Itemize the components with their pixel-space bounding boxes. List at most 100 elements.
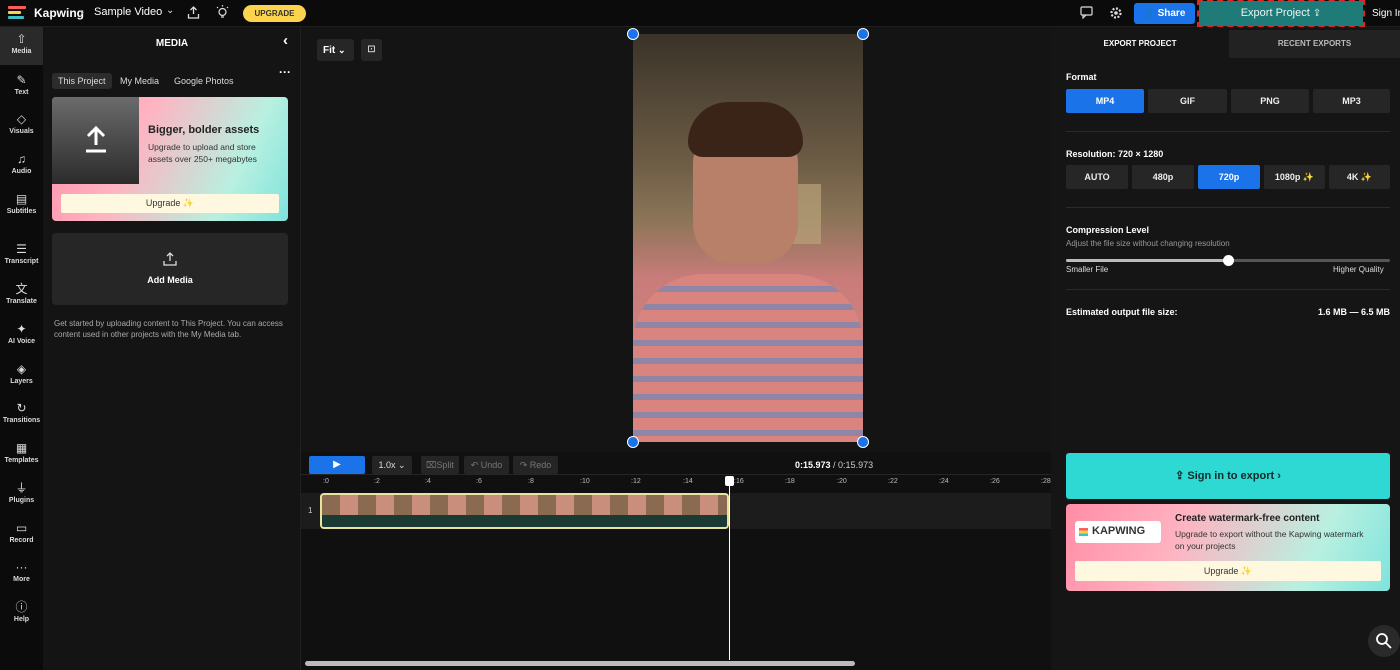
time-display: 0:15.973 / 0:15.973	[795, 460, 874, 470]
wm-text: Upgrade to export without the Kapwing wa…	[1175, 529, 1364, 551]
rail-label: Help	[13, 616, 30, 623]
tab-google-photos[interactable]: Google Photos	[168, 73, 240, 89]
split-button[interactable]: ⌧Split	[421, 456, 459, 474]
rail-item-layers[interactable]: ◈ Layers	[0, 357, 43, 395]
horizontal-scrollbar[interactable]	[305, 661, 855, 666]
rail-item-transcript[interactable]: ☰ Transcript	[0, 237, 43, 275]
export-panel: EXPORT PROJECT RECENT EXPORTS Format MP4…	[1051, 27, 1400, 670]
resolution-1080p-button[interactable]: 1080p ✨	[1264, 165, 1325, 189]
rail-item-help[interactable]: ⓘ Help	[0, 595, 43, 633]
signin-export-label: Sign in to export	[1187, 470, 1275, 482]
playhead[interactable]	[729, 480, 730, 660]
add-media-button[interactable]: Add Media	[52, 233, 288, 305]
tick-label: :6	[476, 478, 482, 485]
format-png-button[interactable]: PNG	[1231, 89, 1309, 113]
media-help-text: Get started by uploading content to This…	[54, 319, 283, 339]
resolution-auto-button[interactable]: AUTO	[1066, 165, 1128, 189]
rail-item-subtitles[interactable]: ▤ Subtitles	[0, 187, 43, 225]
kapwing-logo-icon[interactable]	[8, 6, 26, 22]
rail-item-record[interactable]: ▭ Record	[0, 516, 43, 554]
compression-label: Compression Level	[1066, 225, 1150, 235]
speed-label: 1.0x	[378, 460, 396, 470]
format-mp3-button[interactable]: MP3	[1313, 89, 1390, 113]
upgrade-button[interactable]: UPGRADE	[243, 5, 306, 22]
wm-upgrade-button[interactable]: Upgrade ✨	[1075, 561, 1381, 581]
more-options-icon[interactable]: ···	[279, 65, 291, 79]
divider	[1066, 131, 1390, 132]
promo-image	[52, 97, 139, 184]
export-share-icon[interactable]	[187, 6, 200, 19]
tick-label: :26	[990, 478, 1000, 485]
rail-item-media[interactable]: ⇧ Media	[0, 27, 43, 65]
fit-dropdown[interactable]: Fit ⌄	[317, 39, 354, 61]
share-button[interactable]: 👤 Share	[1134, 3, 1195, 24]
rail-label: Subtitles	[6, 208, 37, 215]
music-note-icon: ♫	[17, 152, 26, 166]
undo-button[interactable]: ↶ Undo	[464, 456, 509, 474]
chevron-right-icon: ›	[1274, 470, 1281, 482]
promo-text: Upgrade to upload and store assets over …	[148, 142, 257, 164]
chevron-down-icon[interactable]: ⌄	[166, 5, 174, 16]
tab-this-project[interactable]: This Project	[52, 73, 112, 89]
play-button[interactable]: ▶	[309, 456, 365, 474]
rail-item-templates[interactable]: ▦ Templates	[0, 436, 43, 474]
split-label: Split	[436, 460, 454, 470]
project-name[interactable]: Sample Video	[94, 6, 162, 18]
rail-item-audio[interactable]: ♫ Audio	[0, 147, 43, 185]
estimated-size-value: 1.6 MB — 6.5 MB	[1317, 307, 1390, 317]
resolution-480p-button[interactable]: 480p	[1132, 165, 1194, 189]
rail-item-visuals[interactable]: ◇ Visuals	[0, 107, 43, 145]
format-gif-button[interactable]: GIF	[1148, 89, 1227, 113]
upgrade-promo-card: Bigger, bolder assets Upgrade to upload …	[52, 97, 288, 221]
video-clip[interactable]	[320, 493, 729, 529]
text-icon: ✎	[16, 73, 27, 87]
timeline: ▶ 1.0x ⌄ ⌧Split ↶ Undo ↷ Redo 0:15.973 /…	[301, 452, 1051, 670]
video-preview[interactable]	[633, 34, 863, 442]
rail-label: AI Voice	[7, 338, 36, 345]
smaller-file-label: Smaller File	[1066, 265, 1109, 274]
resize-handle[interactable]	[627, 436, 639, 448]
rail-item-ai-voice[interactable]: ✦ AI Voice	[0, 317, 43, 355]
unlock-icon[interactable]: ⊡	[361, 39, 382, 61]
divider	[1066, 207, 1390, 208]
rail-item-text[interactable]: ✎ Text	[0, 68, 43, 106]
rail-item-translate[interactable]: 文 Translate	[0, 277, 43, 315]
comment-icon[interactable]	[1080, 6, 1093, 20]
media-title: MEDIA	[155, 38, 189, 49]
resize-handle[interactable]	[857, 436, 869, 448]
format-mp4-button[interactable]: MP4	[1066, 89, 1144, 113]
rail-label: Media	[11, 48, 32, 55]
rail-label: Translate	[6, 298, 37, 305]
rail-item-transitions[interactable]: ↻ Transitions	[0, 396, 43, 434]
tick-label: :22	[888, 478, 898, 485]
rail-label: Record	[9, 537, 34, 544]
app-name[interactable]: Kapwing	[34, 6, 84, 20]
rail-item-more[interactable]: ··· More	[0, 555, 43, 593]
tab-export-project[interactable]: EXPORT PROJECT	[1051, 30, 1229, 58]
kapwing-logo-icon	[1079, 528, 1088, 536]
resize-handle[interactable]	[857, 28, 869, 40]
export-project-button[interactable]: Export Project ⇪	[1197, 0, 1365, 28]
search-button[interactable]	[1368, 625, 1400, 657]
sign-in-to-export-button[interactable]: ⇪ Sign in to export ›	[1066, 453, 1390, 499]
rail-item-plugins[interactable]: ⏚ Plugins	[0, 476, 43, 514]
speed-dropdown[interactable]: 1.0x ⌄	[372, 456, 412, 474]
sign-in-link[interactable]: Sign In	[1372, 8, 1400, 19]
slider-thumb[interactable]	[1223, 255, 1234, 266]
resolution-720p-button[interactable]: 720p	[1198, 165, 1260, 189]
gear-icon[interactable]	[1109, 6, 1123, 20]
wm-logo-text: KAPWING	[1092, 525, 1146, 537]
more-icon: ···	[15, 560, 28, 574]
shapes-icon: ◇	[16, 112, 27, 126]
resize-handle[interactable]	[627, 28, 639, 40]
ruler[interactable]: :0 :2 :4 :6 :8 :10 :12 :14 :16 :18 :20 :…	[301, 474, 1051, 490]
tab-my-media[interactable]: My Media	[114, 73, 165, 89]
redo-button[interactable]: ↷ Redo	[513, 456, 558, 474]
promo-upgrade-button[interactable]: Upgrade ✨	[61, 194, 279, 213]
playhead-grip[interactable]	[725, 476, 734, 486]
tab-recent-exports[interactable]: RECENT EXPORTS	[1229, 30, 1400, 58]
compression-slider[interactable]	[1066, 255, 1390, 266]
resolution-4k-button[interactable]: 4K ✨	[1329, 165, 1390, 189]
collapse-panel-icon[interactable]: ‹	[283, 32, 288, 49]
lightbulb-icon[interactable]	[216, 5, 229, 20]
